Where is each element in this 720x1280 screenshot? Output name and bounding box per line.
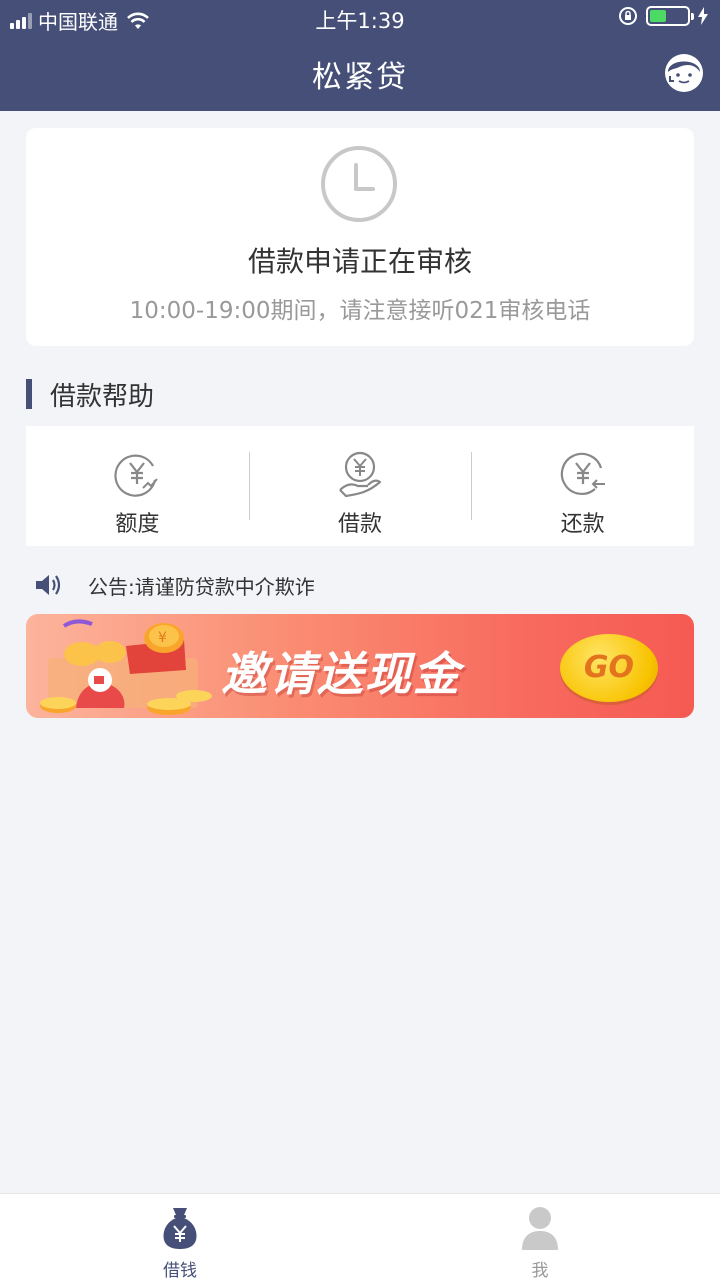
help-item-label: 额度 [115,512,160,537]
tab-label: 借钱 [163,1261,197,1280]
invite-banner[interactable]: ¥ 邀请送现金 GO [26,614,694,718]
user-icon [522,1207,558,1250]
tab-label: 我 [531,1261,549,1280]
clock-icon [321,146,397,222]
review-status-title: 借款申请正在审核 [247,245,472,278]
review-status-subtitle: 10:00-19:00期间，请注意接听021审核电话 [129,298,591,324]
notice-text: 公告:请谨防贷款中介欺诈 [88,574,315,599]
money-bag-icon [163,1208,197,1249]
notice-bar[interactable]: 公告:请谨防贷款中介欺诈 [34,570,315,600]
help-section-header: 借款帮助 [26,378,155,412]
go-button[interactable]: GO [560,634,658,702]
help-panel: 额度 借款 还款 [26,426,694,546]
status-right [618,6,708,26]
customer-service-icon[interactable] [662,50,706,94]
page-title: 松紧贷 [312,60,408,95]
battery-icon [646,6,694,26]
section-accent-bar [26,379,32,409]
status-time: 上午1:39 [315,9,405,33]
charging-icon [698,7,708,25]
rotation-lock-icon [619,7,637,25]
help-item-borrow[interactable]: 借款 [248,426,472,546]
help-item-label: 还款 [560,512,605,537]
help-item-label: 借款 [338,512,383,537]
help-item-quota[interactable]: 额度 [26,426,249,546]
speaker-icon [36,575,61,595]
repay-yen-arrow-icon [560,452,605,495]
bottom-tab-bar: 借钱 我 [0,1193,720,1280]
quota-yen-icon [114,454,159,497]
app-header: 中国联通 上午1:39 松紧贷 [0,0,720,111]
coins-gift-illustration: ¥ [40,619,212,715]
svg-text:¥: ¥ [158,630,167,646]
tab-borrow[interactable]: 借钱 [0,1194,360,1280]
tab-me[interactable]: 我 [360,1194,720,1280]
review-status-card: 借款申请正在审核 10:00-19:00期间，请注意接听021审核电话 [26,128,694,346]
help-item-repay[interactable]: 还款 [471,426,694,546]
status-bar: 中国联通 上午1:39 [0,0,720,36]
banner-title: 邀请送现金 [221,647,461,701]
help-section-title: 借款帮助 [50,381,155,412]
borrow-yen-hand-icon [339,451,382,498]
